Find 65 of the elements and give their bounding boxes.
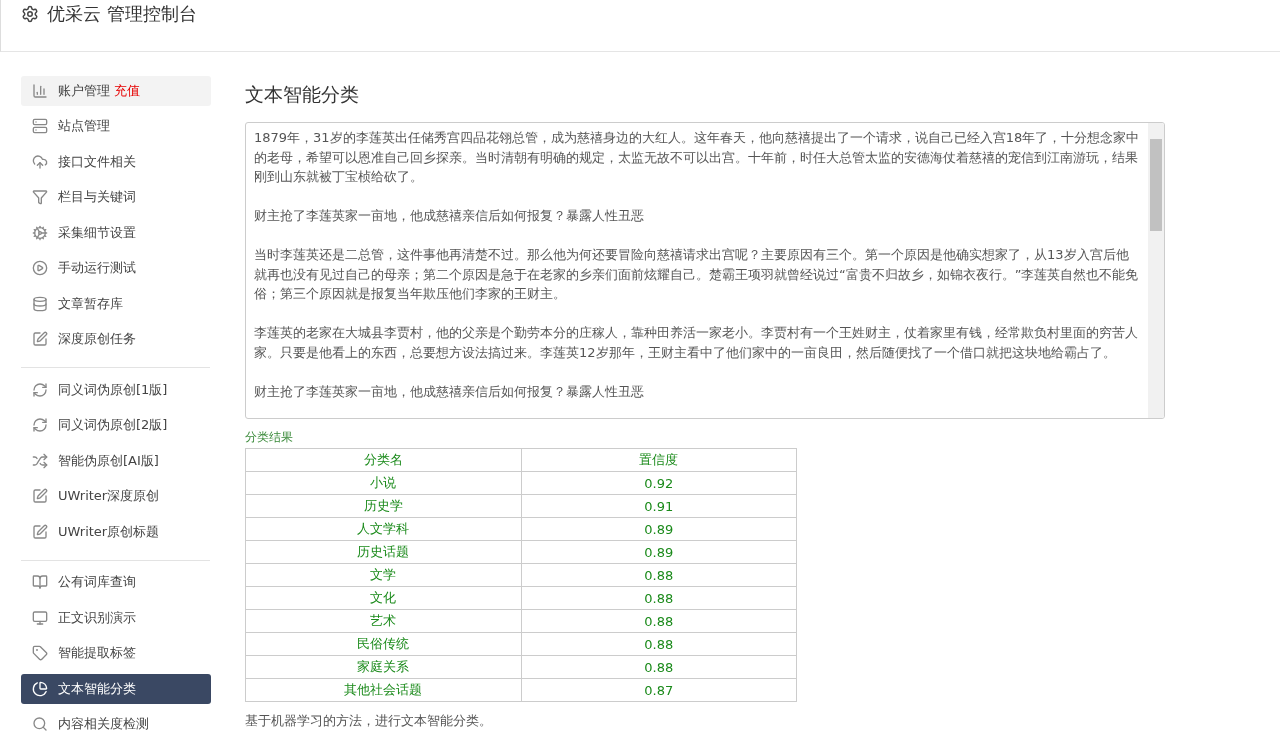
sidebar-item[interactable]: 文本智能分类 <box>21 674 211 704</box>
sidebar-item[interactable]: 正文识别演示 <box>21 603 211 633</box>
table-cell: 其他社会话题 <box>245 678 521 702</box>
results-caption: 分类结果 <box>245 429 294 446</box>
tag-icon <box>32 645 48 662</box>
console-title: 优采云 管理控制台 <box>47 2 197 26</box>
table-cell: 0.91 <box>521 494 797 518</box>
refresh-icon <box>32 417 48 434</box>
database-icon <box>32 295 48 312</box>
table-cell: 0.88 <box>521 563 797 587</box>
sidebar-item[interactable]: 公有词库查询 <box>21 567 211 597</box>
table-cell: 民俗传统 <box>245 632 521 656</box>
table-cell: 历史学 <box>245 494 521 518</box>
description-text: 基于机器学习的方法，进行文本智能分类。 <box>245 712 493 730</box>
table-cell: 艺术 <box>245 609 521 633</box>
sidebar-item[interactable]: UWriter深度原创 <box>21 481 211 511</box>
search-icon <box>32 716 48 733</box>
sidebar-item[interactable]: 手动运行测试 <box>21 253 211 283</box>
pie-chart-icon <box>32 680 48 697</box>
sidebar-item[interactable]: 同义词伪原创[2版] <box>21 410 211 440</box>
table-cell: 0.88 <box>521 609 797 633</box>
sidebar-item[interactable]: 智能提取标签 <box>21 638 211 668</box>
filter-icon <box>32 189 48 206</box>
sidebar-item[interactable]: 接口文件相关 <box>21 147 211 177</box>
table-cell: 小说 <box>245 471 521 495</box>
text-input-area[interactable]: 1879年，31岁的李莲英出任储秀宫四品花翎总管，成为慈禧身边的大红人。这年春天，他向慈禧提出了一个请求，说自己已经入宫18年了，十分想念家中的老母，希望可以恩准自己回乡探亲。当时清朝有明确的规定，太监无故不可以出宫。十年前，时任大总管太监的安德海仗着慈禧的宠信到江南游玩，结果刚到山东就被丁宝桢给砍了。 财主抢了李莲英家一亩地，他成慈禧亲信后如何报复？暴露人性丑恶 当时李莲英还是二总管，这件事他再清楚不过。那么他为何还要冒险向慈禧请求出宫呢？主要原因有三个。第一个原因是他确实想家了，从13岁入宫后他就再也没有见过自己的母亲；第二个原因是急于在老家的乡亲们面前炫耀自己。楚霸王项羽就曾经说过“富贵不归故乡，如锦衣夜行。”李莲英自然也不能免俗；第三个原因就是报复当年欺压他们李家的王财主。 李莲英的老家在大城县李贾村，他的父亲是个勤劳本分的庄稼人，靠种田养活一家老小。李贾村有一个王姓财主，仗着家里有钱，经常欺负村里面的穷苦人家。只要是他看上的东西，总要想方设法搞过来。李莲英12岁那年，王财主看中了他们家中的一亩良田，然后随便找了一个借口就把这块地给霸占了。 财主抢了李莲英家一亩地，他成慈禧亲信后如何报复？暴露人性丑恶 <box>245 122 1165 419</box>
sidebar-item[interactable]: 智能伪原创[AI版] <box>21 446 211 476</box>
shuffle-icon <box>32 452 48 469</box>
table-cell: 0.88 <box>521 586 797 610</box>
table-cell: 0.88 <box>521 655 797 679</box>
sidebar-item[interactable]: 栏目与关键词 <box>21 182 211 212</box>
book-icon <box>32 574 48 591</box>
scrollbar[interactable] <box>1148 123 1164 418</box>
table-cell: 历史话题 <box>245 540 521 564</box>
sidebar-item[interactable]: 同义词伪原创[1版] <box>21 375 211 405</box>
table-cell: 0.87 <box>521 678 797 702</box>
edit-icon <box>32 331 48 348</box>
gears-icon <box>32 224 48 241</box>
sidebar-item[interactable]: 采集细节设置 <box>21 218 211 248</box>
page-title: 文本智能分类 <box>245 82 360 107</box>
table-cell: 文学 <box>245 563 521 587</box>
column-header: 分类名 <box>245 448 521 472</box>
sidebar-item[interactable]: UWriter原创标题 <box>21 517 211 547</box>
column-header: 置信度 <box>521 448 797 472</box>
table-cell: 0.89 <box>521 540 797 564</box>
refresh-icon <box>32 381 48 398</box>
table-cell: 人文学科 <box>245 517 521 541</box>
monitor-icon <box>32 609 48 626</box>
edit-icon <box>32 523 48 540</box>
sidebar-item[interactable]: 站点管理 <box>21 111 211 141</box>
cloud-upload-icon <box>32 153 48 170</box>
table-cell: 家庭关系 <box>245 655 521 679</box>
table-cell: 0.92 <box>521 471 797 495</box>
edit-icon <box>32 488 48 505</box>
bar-chart-icon <box>32 82 48 99</box>
sidebar-item[interactable]: 内容相关度检测 <box>21 709 211 739</box>
table-cell: 0.88 <box>521 632 797 656</box>
sidebar-item[interactable]: 文章暂存库 <box>21 289 211 319</box>
server-icon <box>32 118 48 135</box>
settings-icon <box>21 5 39 23</box>
play-icon <box>32 260 48 277</box>
table-cell: 文化 <box>245 586 521 610</box>
sidebar-item[interactable]: 账户管理 充值 <box>21 76 211 106</box>
sidebar-item[interactable]: 深度原创任务 <box>21 324 211 354</box>
table-cell: 0.89 <box>521 517 797 541</box>
